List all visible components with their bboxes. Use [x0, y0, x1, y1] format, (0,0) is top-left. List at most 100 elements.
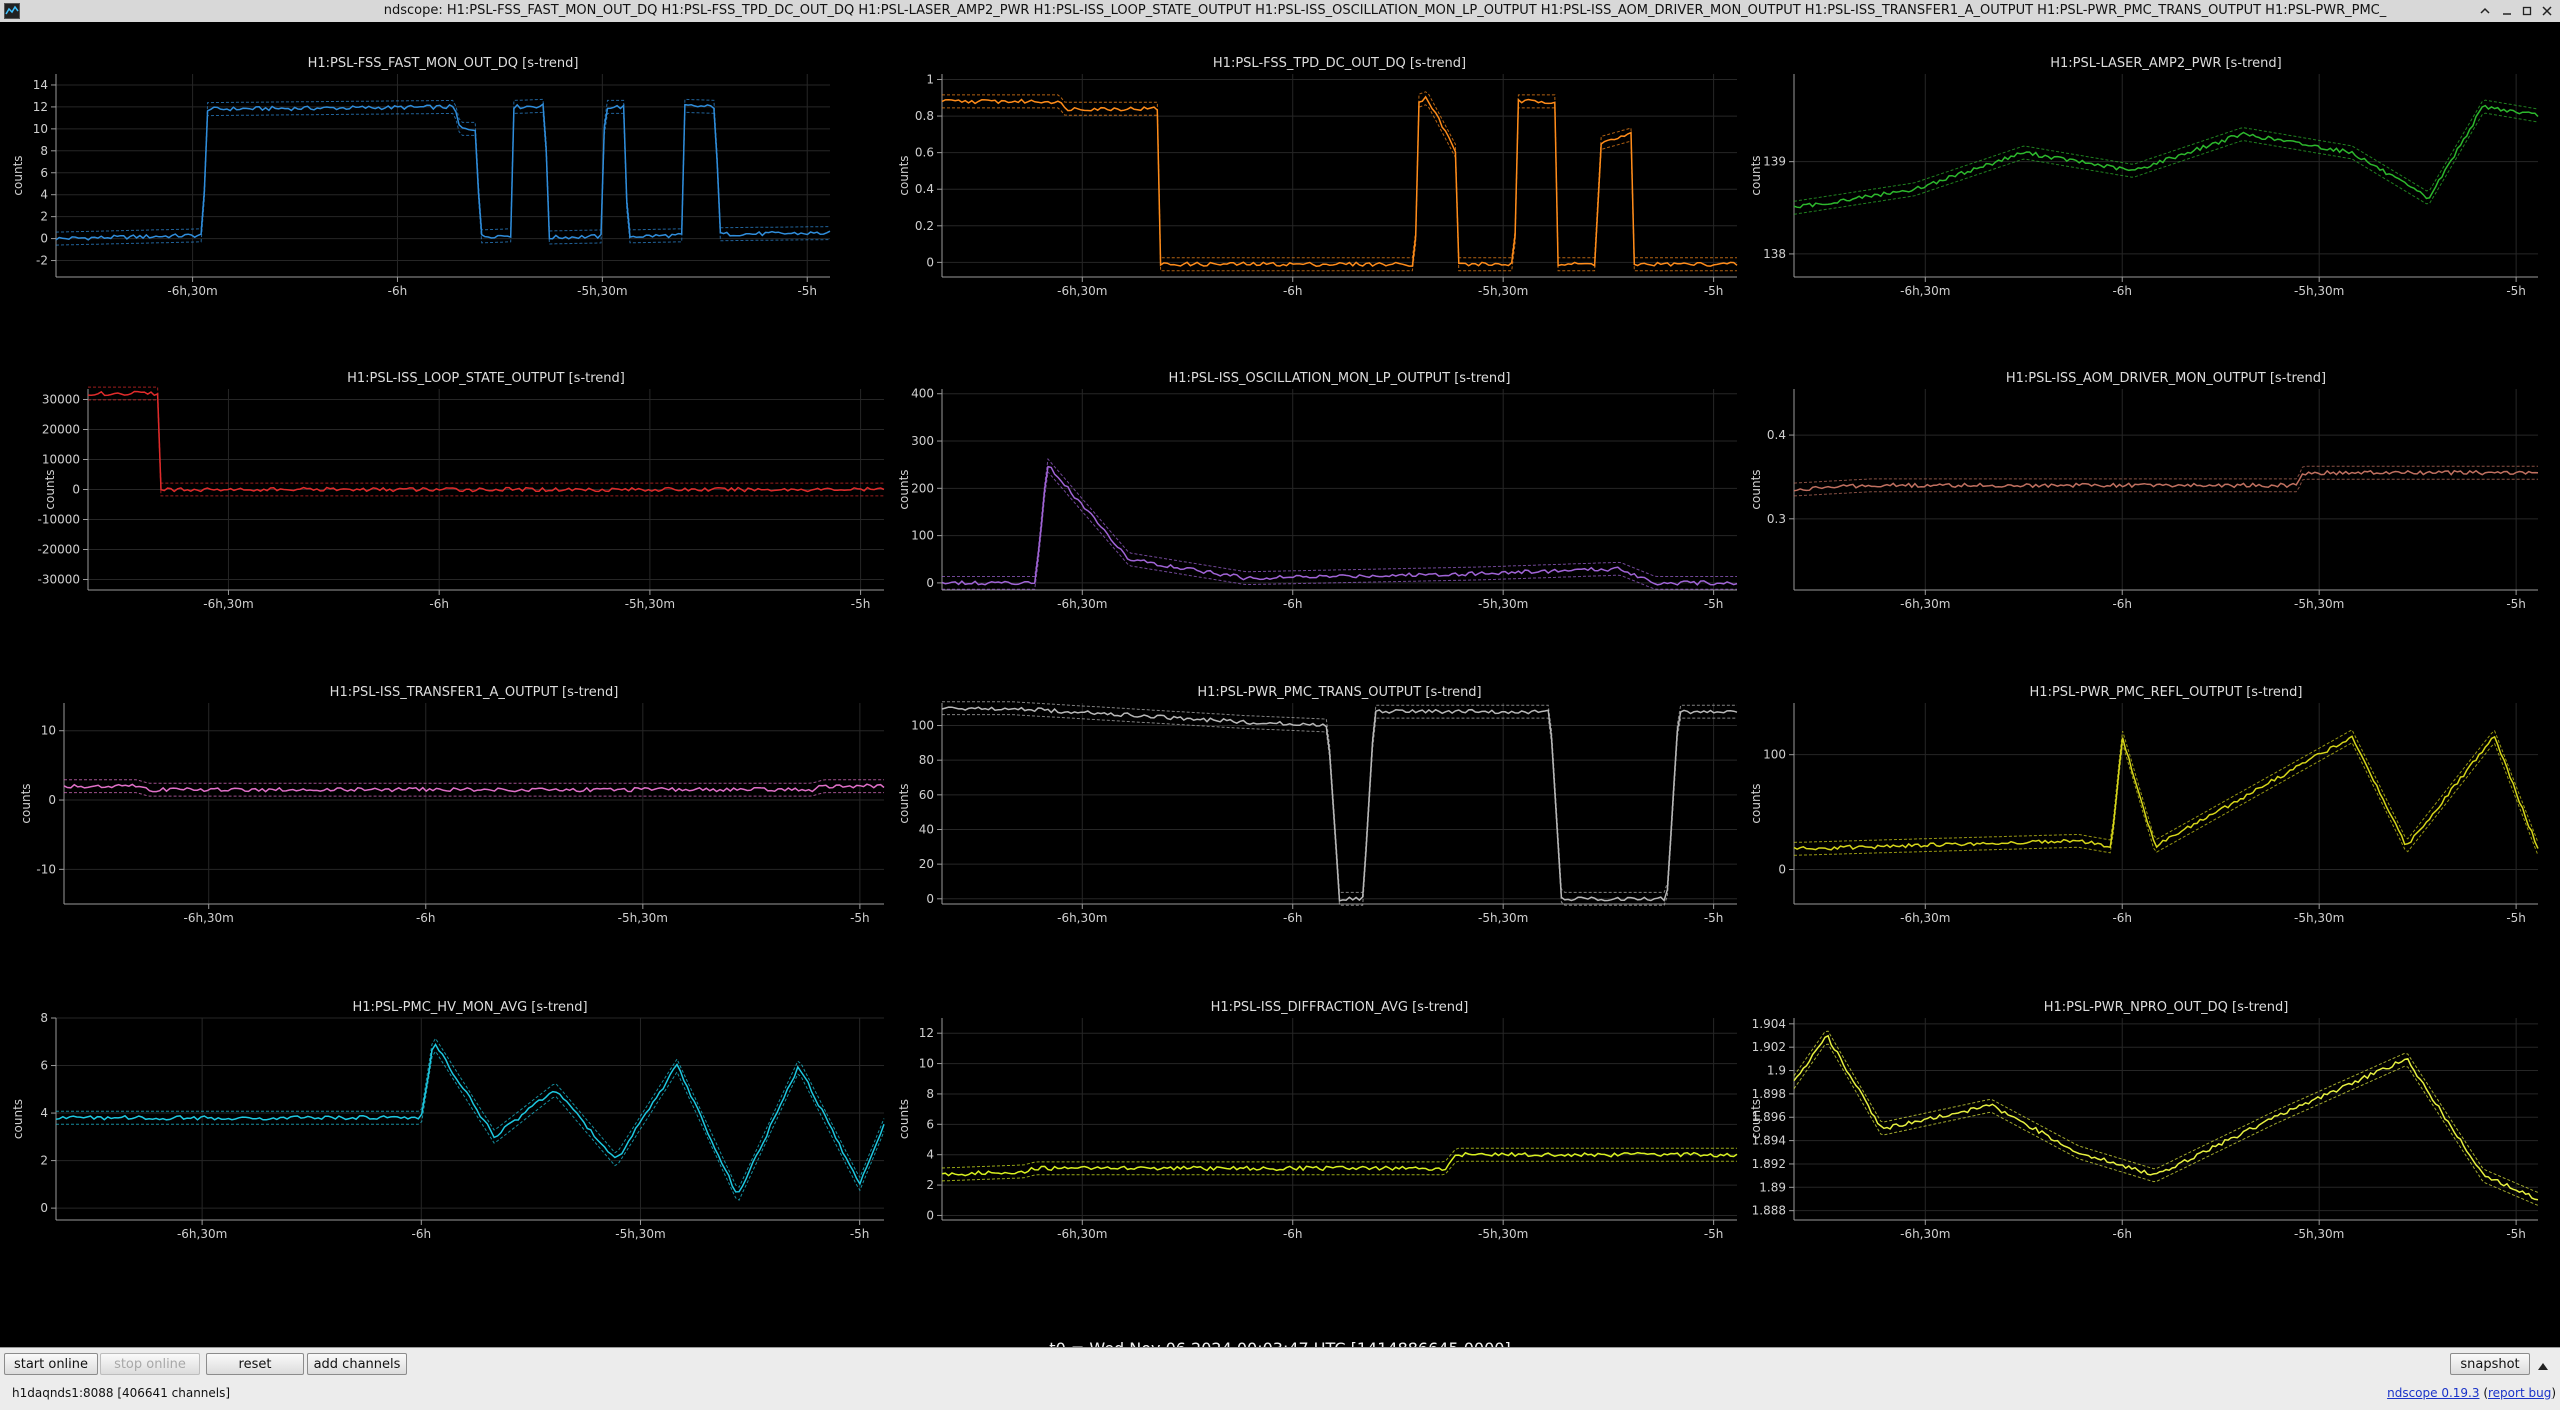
- plot-title: H1:PSL-ISS_LOOP_STATE_OUTPUT [s-trend]: [347, 371, 625, 386]
- x-tick-label: -5h: [2506, 597, 2526, 611]
- y-tick-label: 300: [911, 434, 934, 448]
- plot-title: H1:PSL-PWR_NPRO_OUT_DQ [s-trend]: [2044, 1000, 2289, 1015]
- x-tick-label: -6h: [429, 597, 449, 611]
- y-tick-label: 10: [41, 724, 56, 738]
- plot-title: H1:PSL-LASER_AMP2_PWR [s-trend]: [2050, 56, 2282, 71]
- y-tick-label: 4: [926, 1148, 934, 1162]
- y-axis-label: counts: [11, 155, 25, 195]
- y-axis-label: counts: [1749, 155, 1763, 195]
- x-tick-label: -6h,30m: [1057, 597, 1107, 611]
- x-tick-label: -6h: [1283, 1227, 1303, 1241]
- app-version-link[interactable]: ndscope 0.19.3: [2387, 1386, 2479, 1400]
- plot-title: H1:PSL-FSS_FAST_MON_OUT_DQ [s-trend]: [308, 56, 579, 71]
- y-tick-label: 2: [40, 210, 48, 224]
- minimize-icon[interactable]: [2498, 3, 2516, 19]
- series-min-line: [64, 792, 884, 797]
- x-tick-label: -6h: [1283, 911, 1303, 925]
- y-tick-label: -10000: [37, 513, 80, 527]
- plot-title: H1:PSL-ISS_DIFFRACTION_AVG [s-trend]: [1211, 1000, 1469, 1015]
- y-tick-label: 80: [919, 753, 934, 767]
- y-tick-label: 1.892: [1752, 1157, 1786, 1171]
- y-tick-label: 0.4: [1767, 428, 1786, 442]
- reset-button[interactable]: reset: [206, 1353, 304, 1375]
- x-tick-label: -5h: [2506, 284, 2526, 298]
- status-server: h1daqnds1:8088 [406641 channels]: [12, 1386, 231, 1400]
- start-online-button[interactable]: start online: [4, 1353, 98, 1375]
- y-tick-label: 12: [33, 100, 48, 114]
- series-max-line: [1793, 1030, 2539, 1193]
- x-tick-label: -5h,30m: [1478, 911, 1528, 925]
- y-tick-label: 1.89: [1759, 1180, 1786, 1194]
- series-max-line: [941, 1147, 1737, 1169]
- stop-online-button: stop online: [100, 1353, 200, 1375]
- x-tick-label: -5h: [850, 911, 870, 925]
- window-titlebar: ndscope: H1:PSL-FSS_FAST_MON_OUT_DQ H1:P…: [0, 0, 2560, 23]
- plot-title: H1:PSL-FSS_TPD_DC_OUT_DQ [s-trend]: [1213, 56, 1466, 71]
- plot-title: H1:PSL-ISS_TRANSFER1_A_OUTPUT [s-trend]: [330, 685, 619, 700]
- y-tick-label: 10: [33, 122, 48, 136]
- x-tick-label: -5h,30m: [2294, 284, 2344, 298]
- report-bug-link[interactable]: report bug: [2488, 1386, 2551, 1400]
- y-tick-label: 60: [919, 788, 934, 802]
- x-tick-label: -6h: [2112, 284, 2132, 298]
- y-tick-label: 2: [40, 1154, 48, 1168]
- x-tick-label: -5h: [2506, 911, 2526, 925]
- y-tick-label: 40: [919, 822, 934, 836]
- x-tick-label: -6h,30m: [203, 597, 253, 611]
- y-tick-label: 100: [911, 529, 934, 543]
- y-tick-label: 4: [40, 188, 48, 202]
- x-tick-label: -5h: [2506, 1227, 2526, 1241]
- series-mean-line: [1793, 104, 2539, 209]
- x-tick-label: -5h,30m: [615, 1227, 665, 1241]
- x-tick-label: -6h,30m: [184, 911, 234, 925]
- snapshot-button[interactable]: snapshot: [2450, 1353, 2530, 1375]
- x-tick-label: -5h,30m: [2294, 911, 2344, 925]
- chevron-up-icon[interactable]: [2476, 3, 2494, 19]
- x-tick-label: -5h: [1704, 1227, 1724, 1241]
- y-axis-label: counts: [897, 469, 911, 509]
- series-max-line: [942, 91, 1737, 259]
- plot-title: H1:PSL-PMC_HV_MON_AVG [s-trend]: [352, 1000, 587, 1015]
- x-tick-label: -6h: [1283, 597, 1303, 611]
- maximize-icon[interactable]: [2518, 3, 2536, 19]
- y-tick-label: 10: [919, 1057, 934, 1071]
- series-max-line: [942, 457, 1737, 577]
- series-mean-line: [55, 1043, 885, 1193]
- y-tick-label: 0.4: [915, 182, 934, 196]
- series-min-line: [942, 470, 1737, 590]
- x-tick-label: -6h,30m: [177, 1227, 227, 1241]
- plot-title: H1:PSL-PWR_PMC_TRANS_OUTPUT [s-trend]: [1197, 685, 1481, 700]
- plot-area[interactable]: H1:PSL-FSS_FAST_MON_OUT_DQ [s-trend] coun…: [0, 22, 2560, 1358]
- series-mean-line: [1793, 735, 2539, 851]
- version-line: ndscope 0.19.3 (report bug): [2387, 1386, 2556, 1400]
- y-tick-label: 0: [72, 483, 80, 497]
- y-tick-label: 0: [40, 1201, 48, 1215]
- y-axis-label: counts: [897, 155, 911, 195]
- y-tick-label: 0: [48, 793, 56, 807]
- x-tick-label: -5h,30m: [1478, 597, 1528, 611]
- y-tick-label: 0.8: [915, 109, 934, 123]
- series-mean-line: [941, 706, 1738, 902]
- close-icon[interactable]: [2538, 3, 2556, 19]
- y-axis-label: counts: [1749, 469, 1763, 509]
- series-max-line: [1793, 729, 2539, 843]
- x-tick-label: -5h: [1704, 597, 1724, 611]
- x-tick-label: -5h,30m: [618, 911, 668, 925]
- x-tick-label: -6h: [416, 911, 436, 925]
- y-tick-label: 6: [40, 1059, 48, 1073]
- add-channels-button[interactable]: add channels: [307, 1353, 407, 1375]
- x-tick-label: -6h,30m: [1057, 284, 1107, 298]
- series-max-line: [1793, 465, 2538, 484]
- collapse-icon[interactable]: [2536, 1357, 2550, 1376]
- series-mean-line: [941, 95, 1738, 268]
- y-tick-label: 30000: [42, 393, 80, 407]
- series-mean-line: [63, 783, 885, 793]
- x-tick-label: -5h: [1704, 911, 1724, 925]
- plots-canvas[interactable]: H1:PSL-FSS_FAST_MON_OUT_DQ [s-trend] coun…: [0, 22, 2560, 1347]
- x-tick-label: -6h,30m: [1900, 597, 1950, 611]
- series-min-line: [942, 104, 1737, 272]
- y-tick-label: 1.894: [1752, 1134, 1786, 1148]
- series-min-line: [55, 111, 830, 246]
- series-min-line: [941, 1160, 1737, 1182]
- y-axis-label: counts: [897, 1099, 911, 1139]
